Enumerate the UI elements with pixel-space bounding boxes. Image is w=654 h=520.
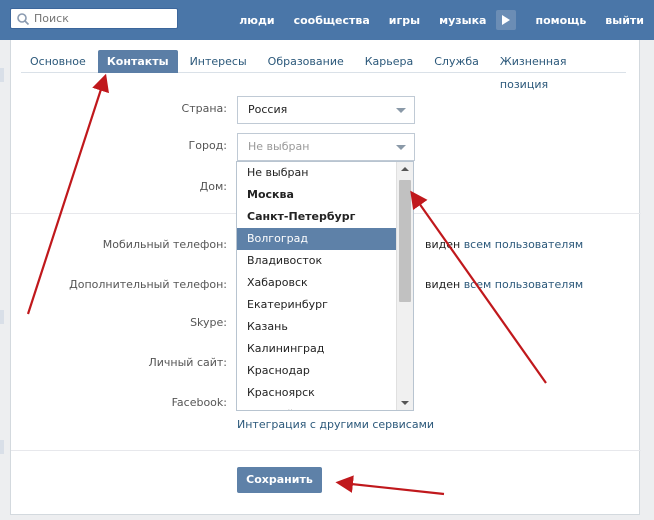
dropdown-scrollbar[interactable] bbox=[396, 162, 413, 410]
city-option[interactable]: Владивосток bbox=[237, 250, 413, 272]
search-input[interactable] bbox=[34, 12, 174, 25]
tab-main[interactable]: Основное bbox=[21, 50, 95, 73]
tab-life-position[interactable]: Жизненная позиция bbox=[491, 50, 623, 91]
chevron-down-icon bbox=[396, 145, 406, 150]
city-option[interactable]: Не выбран bbox=[237, 162, 413, 184]
city-option[interactable]: Екатеринбург bbox=[237, 294, 413, 316]
city-dropdown-list[interactable]: Не выбран Москва Санкт-Петербург Волгоград В… bbox=[236, 161, 414, 411]
settings-tabs: Основное Контакты Интересы Образование К… bbox=[21, 50, 626, 91]
site-label: Личный сайт: bbox=[148, 356, 228, 369]
section-divider bbox=[11, 450, 641, 451]
city-option[interactable]: Краснодар bbox=[237, 360, 413, 382]
country-select[interactable]: Россия bbox=[237, 96, 415, 124]
city-row: Город: Не выбран bbox=[11, 133, 641, 161]
scrollbar-thumb[interactable] bbox=[399, 180, 411, 302]
city-dropdown-items: Не выбран Москва Санкт-Петербург Волгоград В… bbox=[237, 162, 413, 410]
extra-phone-label: Дополнительный телефон: bbox=[69, 278, 227, 291]
country-row: Страна: Россия bbox=[11, 96, 641, 124]
search-box[interactable] bbox=[10, 8, 178, 29]
save-button[interactable]: Сохранить bbox=[237, 467, 322, 493]
mobile-phone-label: Мобильный телефон: bbox=[102, 238, 227, 251]
city-label: Город: bbox=[188, 139, 227, 152]
tab-service[interactable]: Служба bbox=[425, 50, 488, 73]
nav-communities[interactable]: сообщества bbox=[294, 14, 370, 27]
nav-help[interactable]: помощь bbox=[535, 14, 586, 27]
city-option[interactable]: Красноярск bbox=[237, 382, 413, 404]
country-label: Страна: bbox=[181, 102, 227, 115]
city-option[interactable]: Хабаровск bbox=[237, 272, 413, 294]
nav-people[interactable]: люди bbox=[239, 14, 274, 27]
chevron-down-icon bbox=[396, 108, 406, 113]
nav-music[interactable]: музыка bbox=[439, 14, 486, 27]
country-value: Россия bbox=[248, 103, 288, 116]
city-option[interactable]: Москва bbox=[237, 184, 413, 206]
top-nav: люди сообщества игры музыка помощь выйти bbox=[220, 0, 644, 40]
play-icon[interactable] bbox=[496, 10, 517, 30]
sidebar-marker bbox=[0, 310, 4, 324]
city-option[interactable]: Волгоград bbox=[237, 228, 413, 250]
city-select[interactable]: Не выбран bbox=[237, 133, 415, 161]
top-bar: люди сообщества игры музыка помощь выйти bbox=[0, 0, 654, 40]
sidebar-marker bbox=[0, 440, 4, 454]
integration-link[interactable]: Интеграция с другими сервисами bbox=[237, 418, 434, 431]
city-option[interactable]: Нижний Новгород bbox=[237, 404, 413, 410]
mobile-visibility-link[interactable]: всем пользователям bbox=[464, 238, 583, 251]
sidebar-marker bbox=[0, 68, 4, 82]
nav-logout[interactable]: выйти bbox=[605, 14, 644, 27]
search-icon bbox=[16, 12, 30, 26]
scroll-up-icon[interactable] bbox=[401, 167, 409, 171]
city-value: Не выбран bbox=[248, 140, 310, 153]
visibility-prefix: виден bbox=[425, 278, 461, 291]
city-option[interactable]: Калининград bbox=[237, 338, 413, 360]
home-label: Дом: bbox=[199, 180, 227, 193]
left-sidebar-edge bbox=[0, 40, 8, 520]
facebook-label: Facebook: bbox=[171, 396, 227, 409]
visibility-prefix: виден bbox=[425, 238, 461, 251]
skype-label: Skype: bbox=[190, 316, 227, 329]
city-option[interactable]: Казань bbox=[237, 316, 413, 338]
extra-phone-visibility: виден всем пользователям bbox=[425, 278, 583, 291]
nav-games[interactable]: игры bbox=[389, 14, 420, 27]
scroll-down-icon[interactable] bbox=[401, 401, 409, 405]
tab-interests[interactable]: Интересы bbox=[181, 50, 256, 73]
mobile-visibility: виден всем пользователям bbox=[425, 238, 583, 251]
tab-contacts[interactable]: Контакты bbox=[97, 50, 178, 73]
extra-phone-visibility-link[interactable]: всем пользователям bbox=[464, 278, 583, 291]
tab-education[interactable]: Образование bbox=[259, 50, 353, 73]
tab-career[interactable]: Карьера bbox=[356, 50, 423, 73]
city-option[interactable]: Санкт-Петербург bbox=[237, 206, 413, 228]
